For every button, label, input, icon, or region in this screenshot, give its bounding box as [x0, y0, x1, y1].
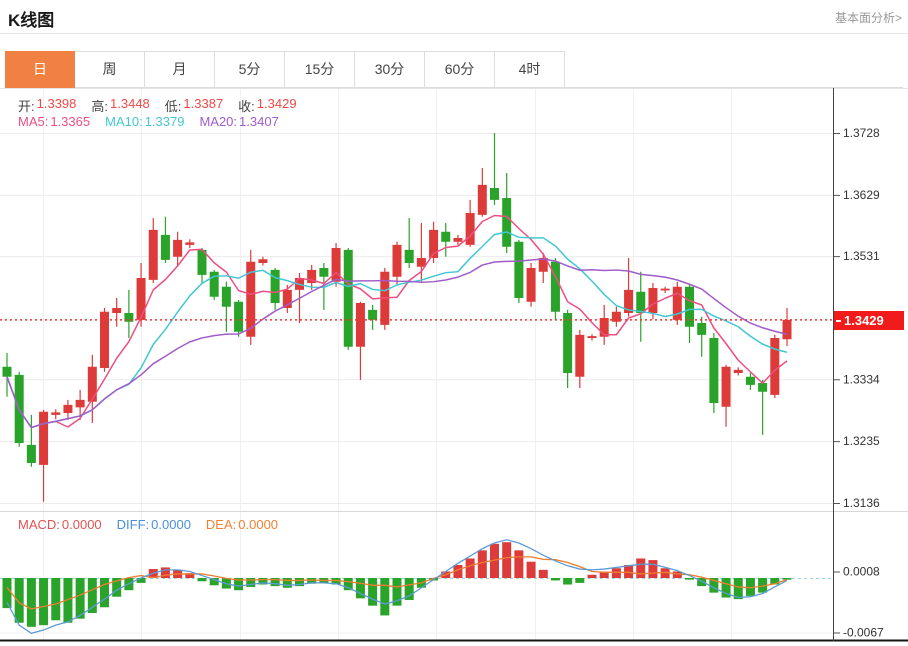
macd-bar[interactable]: [466, 558, 475, 578]
candle[interactable]: [685, 287, 694, 327]
macd-bar[interactable]: [368, 578, 377, 606]
macd-bar[interactable]: [478, 550, 487, 578]
macd-bar[interactable]: [636, 558, 645, 578]
kline-chart-canvas[interactable]: 1.3728 1.3629 1.3531 1.3334 1.3235 1.3136 0.00…: [0, 0, 908, 646]
macd-bar[interactable]: [648, 560, 657, 578]
candle[interactable]: [441, 232, 450, 242]
candle[interactable]: [478, 185, 487, 215]
candle[interactable]: [76, 400, 85, 408]
axis-tick-label: 1.3334: [843, 372, 880, 386]
candle[interactable]: [393, 245, 402, 277]
price-tag-value: 1.3429: [844, 313, 884, 328]
axis-tick-label: 1.3629: [843, 188, 880, 202]
candle-layer: [3, 133, 792, 502]
candle[interactable]: [734, 370, 743, 373]
candle[interactable]: [173, 240, 182, 257]
candle[interactable]: [63, 405, 72, 413]
macd-bar[interactable]: [624, 565, 633, 578]
axis-tick-label: 1.3235: [843, 434, 880, 448]
candle[interactable]: [258, 259, 267, 263]
candle[interactable]: [27, 445, 36, 463]
candle[interactable]: [88, 367, 97, 402]
candle[interactable]: [137, 278, 146, 320]
candle[interactable]: [588, 336, 597, 338]
axis-tick-label: -0.0067: [843, 625, 884, 639]
macd-bar[interactable]: [588, 575, 597, 578]
candle[interactable]: [319, 268, 328, 277]
candle[interactable]: [709, 338, 718, 403]
macd-bar[interactable]: [51, 578, 60, 620]
candle[interactable]: [368, 310, 377, 320]
macd-bar[interactable]: [380, 578, 389, 615]
candle[interactable]: [636, 292, 645, 313]
candle[interactable]: [746, 377, 755, 385]
candle[interactable]: [51, 412, 60, 415]
candle[interactable]: [417, 258, 426, 267]
price-tag-tick: [836, 320, 841, 322]
macd-bar[interactable]: [137, 578, 146, 583]
macd-bar[interactable]: [551, 578, 560, 580]
candle[interactable]: [344, 250, 353, 347]
candle[interactable]: [405, 250, 414, 263]
candle[interactable]: [332, 248, 341, 282]
macd-bar[interactable]: [783, 578, 792, 580]
candle[interactable]: [502, 198, 511, 247]
macd-bar[interactable]: [15, 578, 24, 623]
macd-bar[interactable]: [198, 578, 207, 581]
candle[interactable]: [185, 242, 194, 245]
candle[interactable]: [3, 367, 12, 377]
axis-tick-label: 1.3728: [843, 126, 880, 140]
macd-bar[interactable]: [685, 578, 694, 580]
candle[interactable]: [356, 303, 365, 347]
macd-bar[interactable]: [283, 578, 292, 588]
macd-bar[interactable]: [539, 570, 548, 578]
candle[interactable]: [453, 238, 462, 242]
current-price-tag: 1.3429: [834, 311, 904, 330]
candle[interactable]: [783, 320, 792, 339]
candle[interactable]: [770, 338, 779, 395]
candle[interactable]: [271, 270, 280, 303]
candle[interactable]: [490, 188, 499, 200]
macd-bar[interactable]: [100, 578, 109, 607]
kline-page: K线图 基本面分析> 日 周 月 5分 15分 30分 60分 4时 1.372…: [0, 0, 908, 646]
macd-bar[interactable]: [575, 578, 584, 583]
axis-tick-label: 0.0008: [843, 564, 880, 578]
macd-bar[interactable]: [563, 578, 572, 585]
axis-tick-label: 1.3531: [843, 249, 880, 263]
candle[interactable]: [697, 323, 706, 335]
candle[interactable]: [514, 242, 523, 298]
candle[interactable]: [39, 412, 48, 465]
candle[interactable]: [466, 213, 475, 245]
candle[interactable]: [722, 367, 731, 407]
macd-bar[interactable]: [39, 578, 48, 625]
macd-bar[interactable]: [612, 568, 621, 578]
grid-layer: [0, 88, 833, 640]
macd-bar[interactable]: [27, 578, 36, 627]
macd-bar[interactable]: [502, 542, 511, 578]
macd-histogram-layer: [3, 540, 792, 634]
macd-bar[interactable]: [514, 550, 523, 578]
candle[interactable]: [661, 289, 670, 291]
candle[interactable]: [527, 268, 536, 302]
candle[interactable]: [575, 335, 584, 377]
candle[interactable]: [161, 235, 170, 260]
candle[interactable]: [648, 288, 657, 313]
candle[interactable]: [222, 287, 231, 307]
axis-tick-label: 1.3136: [843, 496, 880, 510]
candle[interactable]: [234, 302, 243, 332]
candle[interactable]: [758, 383, 767, 392]
candle[interactable]: [149, 230, 158, 280]
candle[interactable]: [112, 308, 121, 313]
macd-bar[interactable]: [527, 562, 536, 578]
candle[interactable]: [563, 313, 572, 373]
